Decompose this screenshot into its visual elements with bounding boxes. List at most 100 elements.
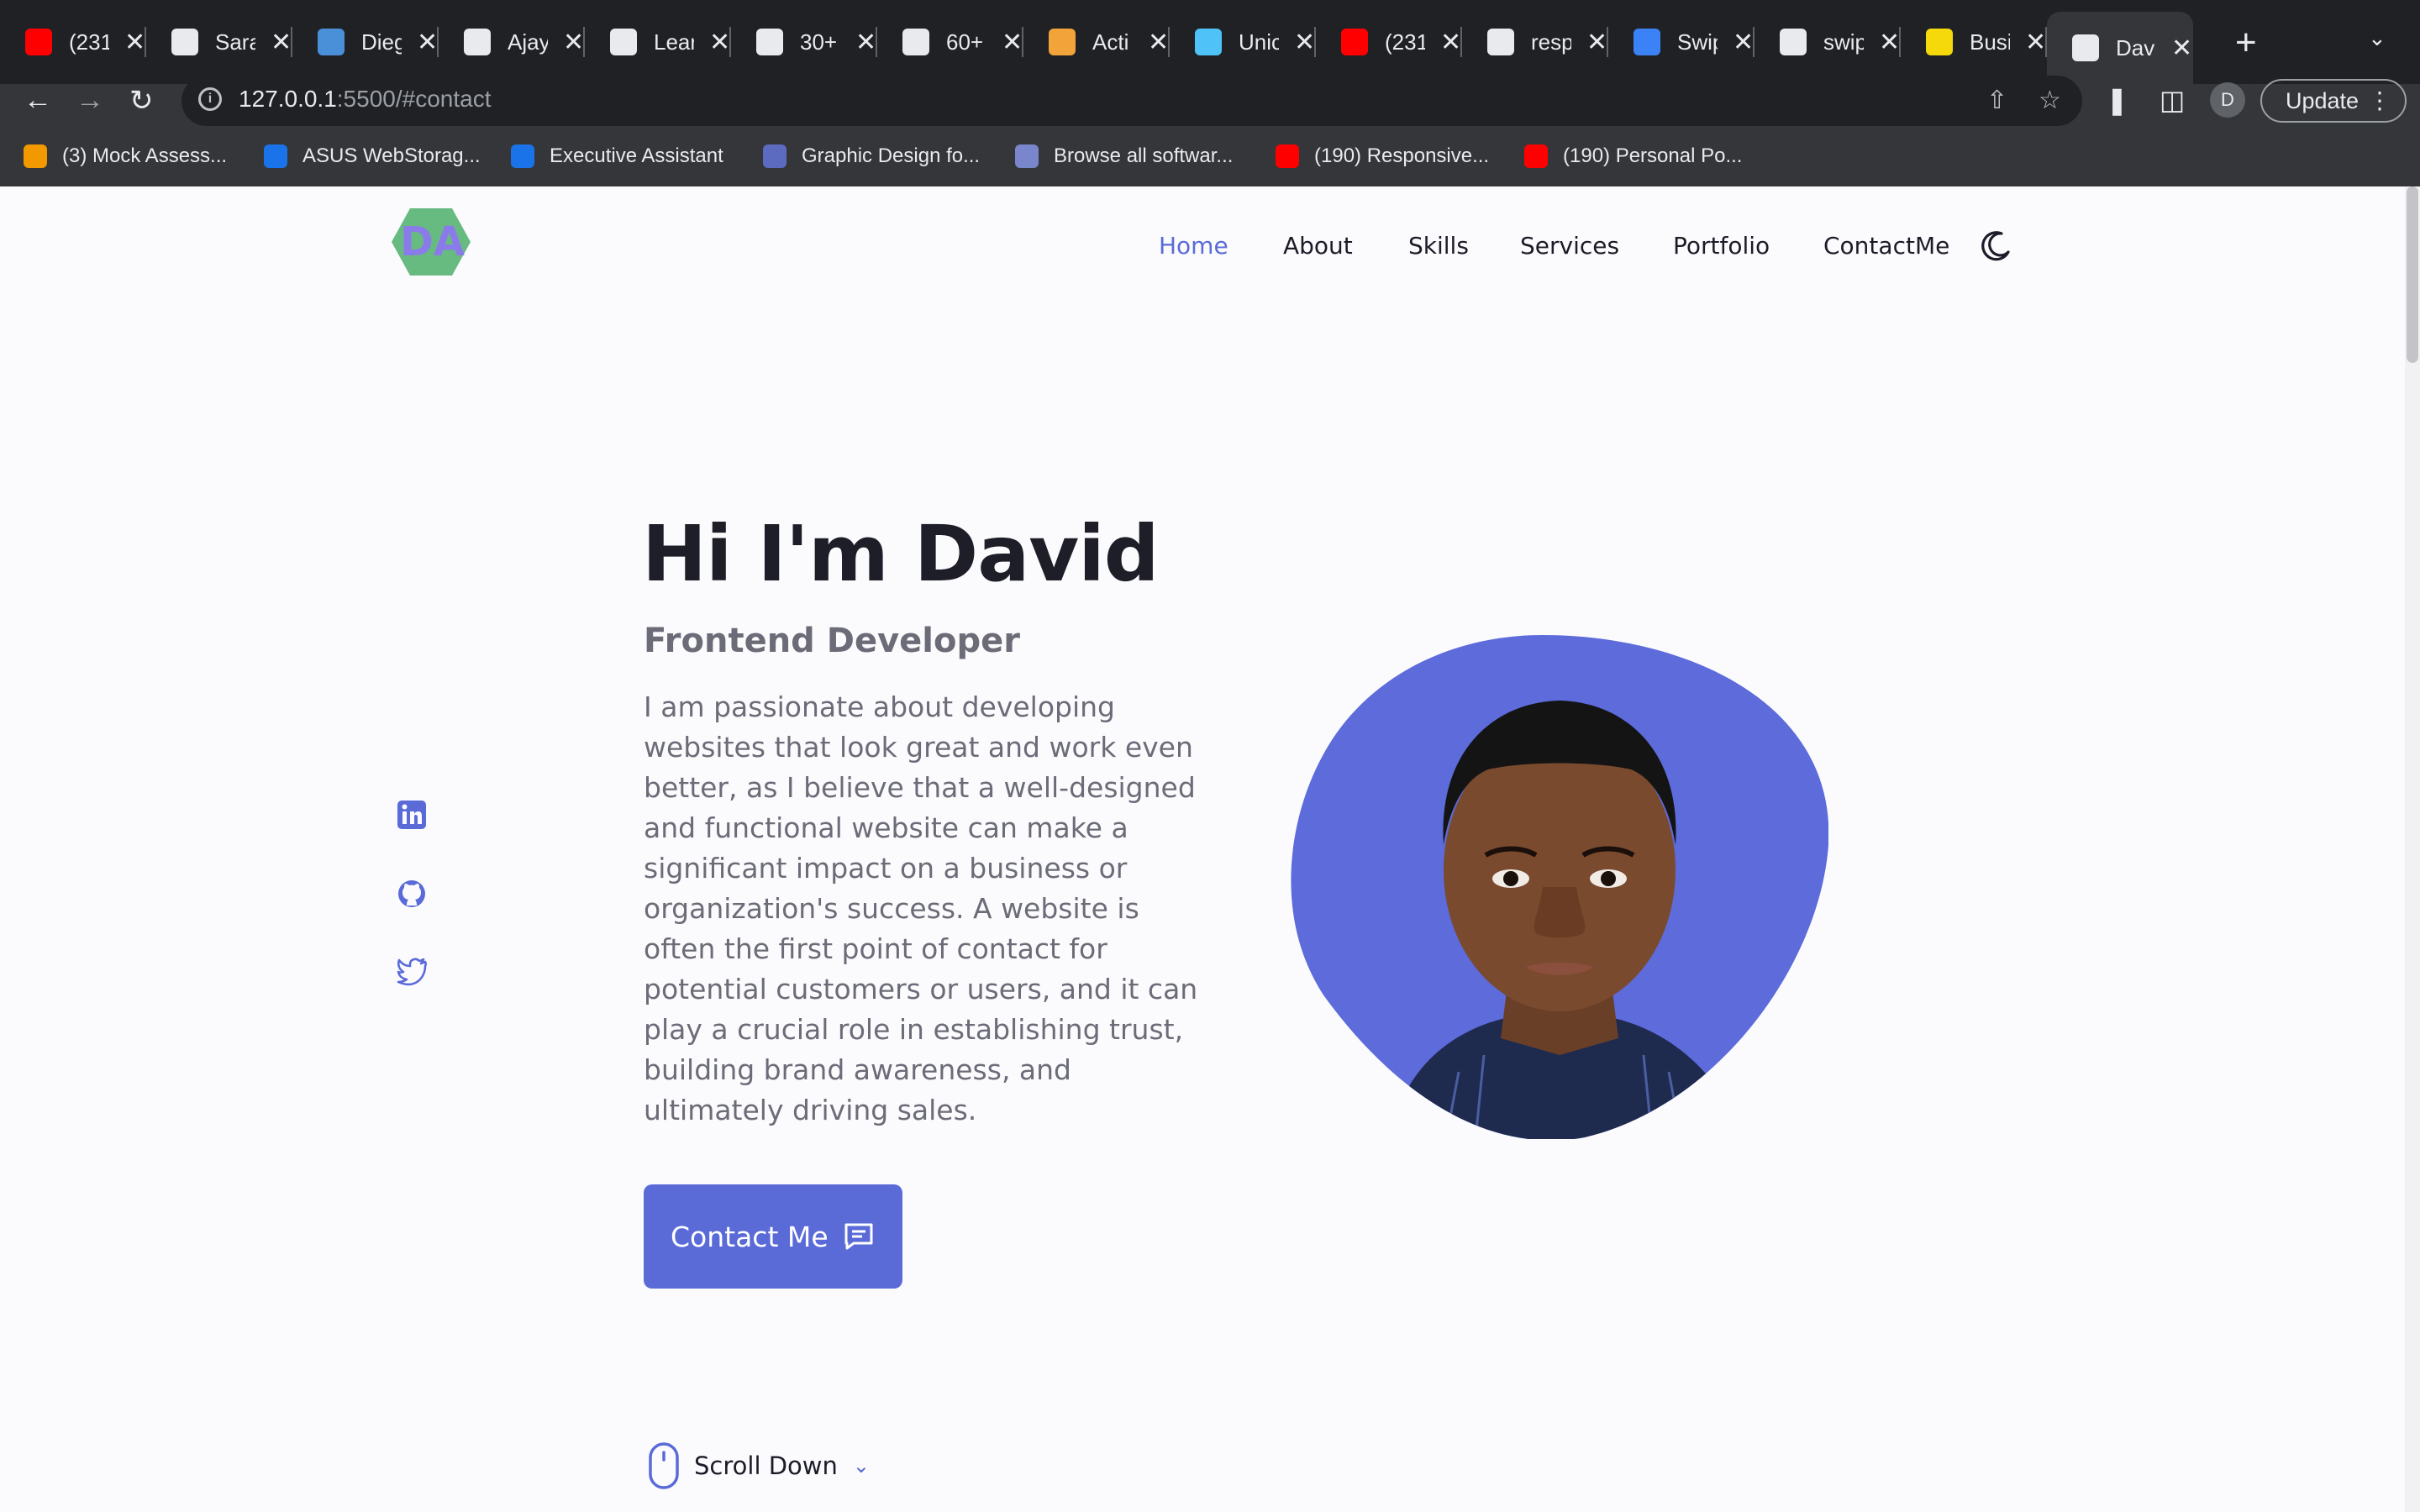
browser-tab[interactable]: (231 ✕	[0, 12, 146, 72]
contact-me-button[interactable]: Contact Me	[644, 1184, 902, 1289]
github-icon[interactable]	[395, 877, 429, 911]
document-icon	[610, 29, 637, 55]
browser-tab[interactable]: Dieg ✕	[292, 12, 439, 72]
message-icon	[844, 1223, 873, 1250]
close-tab-icon[interactable]: ✕	[855, 28, 876, 57]
nav-link-contactme[interactable]: ContactMe	[1823, 232, 1949, 260]
browser-tab[interactable]: Sara ✕	[146, 12, 292, 72]
profile-photo	[1291, 635, 1828, 1139]
more-menu-icon[interactable]: ⋮	[2368, 81, 2391, 121]
close-tab-icon[interactable]: ✕	[417, 28, 438, 57]
close-tab-icon[interactable]: ✕	[1586, 28, 1607, 57]
github-icon	[1780, 29, 1807, 55]
close-tab-icon[interactable]: ✕	[271, 28, 292, 57]
update-label: Update	[2286, 88, 2360, 113]
back-arrow-icon[interactable]: ←	[24, 84, 52, 117]
browser-tab[interactable]: 30+ ✕	[731, 12, 877, 72]
tab-title: Swip	[1677, 29, 1718, 55]
design-icon	[763, 144, 786, 168]
globe-icon	[2072, 34, 2099, 61]
close-tab-icon[interactable]: ✕	[1002, 28, 1023, 57]
tab-title: Dieg	[361, 29, 402, 55]
scroll-down-link[interactable]: Scroll Down ⌄	[647, 1441, 870, 1490]
reload-icon[interactable]: ↻	[129, 84, 154, 118]
bookmark-item[interactable]: Browse all softwar...	[1015, 144, 1233, 168]
bookmark-item[interactable]: ASUS WebStorag...	[264, 144, 481, 168]
forward-arrow-icon[interactable]: →	[76, 84, 104, 117]
tab-title: (231	[1385, 29, 1425, 55]
pencil-icon	[1049, 29, 1076, 55]
bookmark-item[interactable]: (190) Personal Po...	[1524, 144, 1742, 168]
logo-text: DA	[400, 218, 465, 265]
browser-tab[interactable]: Swip ✕	[1608, 12, 1754, 72]
contact-button-label: Contact Me	[671, 1220, 829, 1253]
search-icon	[1195, 29, 1222, 55]
chevron-down-icon: ⌄	[852, 1454, 870, 1478]
extensions-puzzle-icon[interactable]: ❚	[2106, 84, 2128, 116]
page-scrollbar[interactable]	[2405, 186, 2420, 1512]
close-tab-icon[interactable]: ✕	[1733, 28, 1754, 57]
bookmark-star-icon[interactable]: ☆	[2039, 86, 2061, 115]
bookmark-item[interactable]: Executive Assistant	[511, 144, 723, 168]
bookmark-item[interactable]: (3) Mock Assess...	[24, 144, 227, 168]
linkedin-icon[interactable]	[395, 798, 429, 832]
browser-tab[interactable]: Davi ✕	[2047, 12, 2193, 84]
close-tab-icon[interactable]: ✕	[709, 28, 730, 57]
profile-avatar[interactable]: D	[2210, 82, 2245, 118]
browser-tab[interactable]: 60+ ✕	[877, 12, 1023, 72]
side-panel-icon[interactable]: ◫	[2160, 84, 2185, 116]
close-tab-icon[interactable]: ✕	[2171, 34, 2192, 63]
document-icon	[756, 29, 783, 55]
close-tab-icon[interactable]: ✕	[1440, 28, 1461, 57]
tab-title: Ajay	[508, 29, 548, 55]
close-tab-icon[interactable]: ✕	[1294, 28, 1315, 57]
scrollbar-thumb[interactable]	[2407, 186, 2418, 363]
browser-tab[interactable]: Lear ✕	[585, 12, 731, 72]
scroll-down-label: Scroll Down	[694, 1452, 838, 1480]
tab-title: Sara	[215, 29, 255, 55]
browser-tab[interactable]: Unic ✕	[1170, 12, 1316, 72]
shield-icon	[511, 144, 534, 168]
new-tab-button[interactable]: +	[2235, 22, 2257, 64]
share-icon[interactable]: ⇧	[1986, 86, 2007, 115]
browser-tab[interactable]: swip ✕	[1754, 12, 1901, 72]
swiper-icon	[1634, 29, 1660, 55]
youtube-icon	[1341, 29, 1368, 55]
site-info-icon[interactable]: i	[198, 87, 222, 111]
nav-link-services[interactable]: Services	[1520, 232, 1619, 260]
browser-tab[interactable]: Ajay ✕	[439, 12, 585, 72]
nav-link-about[interactable]: About	[1283, 232, 1353, 260]
close-tab-icon[interactable]: ✕	[1148, 28, 1169, 57]
bookmark-label: ASUS WebStorag...	[302, 144, 481, 167]
close-tab-icon[interactable]: ✕	[563, 28, 584, 57]
site-logo[interactable]: DA	[392, 207, 471, 277]
bookmark-label: Graphic Design fo...	[802, 144, 981, 167]
browser-tab[interactable]: Acti ✕	[1023, 12, 1170, 72]
hero-title: Hi I'm David	[642, 509, 1160, 599]
tab-title: Busi	[1970, 29, 2010, 55]
browser-tab[interactable]: Busi ✕	[1901, 12, 2047, 72]
address-url[interactable]: 127.0.0.1:5500/#contact	[239, 86, 491, 113]
browser-tab[interactable]: (231 ✕	[1316, 12, 1462, 72]
nav-link-home[interactable]: Home	[1159, 232, 1228, 260]
bookmark-label: (190) Responsive...	[1314, 144, 1490, 167]
bookmark-item[interactable]: Graphic Design fo...	[763, 144, 980, 168]
globe-icon	[171, 29, 198, 55]
tab-search-chevron-icon[interactable]: ⌄	[2368, 25, 2386, 51]
bookmark-label: (3) Mock Assess...	[62, 144, 228, 167]
bookmark-label: Executive Assistant	[550, 144, 723, 167]
nav-link-portfolio[interactable]: Portfolio	[1673, 232, 1770, 260]
moon-icon[interactable]	[1980, 228, 2013, 262]
nav-link-skills[interactable]: Skills	[1408, 232, 1469, 260]
youtube-icon	[1276, 144, 1299, 168]
bookmark-item[interactable]: (190) Responsive...	[1276, 144, 1489, 168]
update-button[interactable]: Update ⋮	[2260, 79, 2407, 123]
close-tab-icon[interactable]: ✕	[2025, 28, 2046, 57]
close-tab-icon[interactable]: ✕	[1879, 28, 1900, 57]
tab-title: 30+	[800, 29, 838, 55]
twitter-icon[interactable]	[395, 954, 429, 988]
close-tab-icon[interactable]: ✕	[124, 28, 145, 57]
browser-tab[interactable]: resp ✕	[1462, 12, 1608, 72]
tab-title: (231	[69, 29, 109, 55]
youtube-icon	[1524, 144, 1548, 168]
